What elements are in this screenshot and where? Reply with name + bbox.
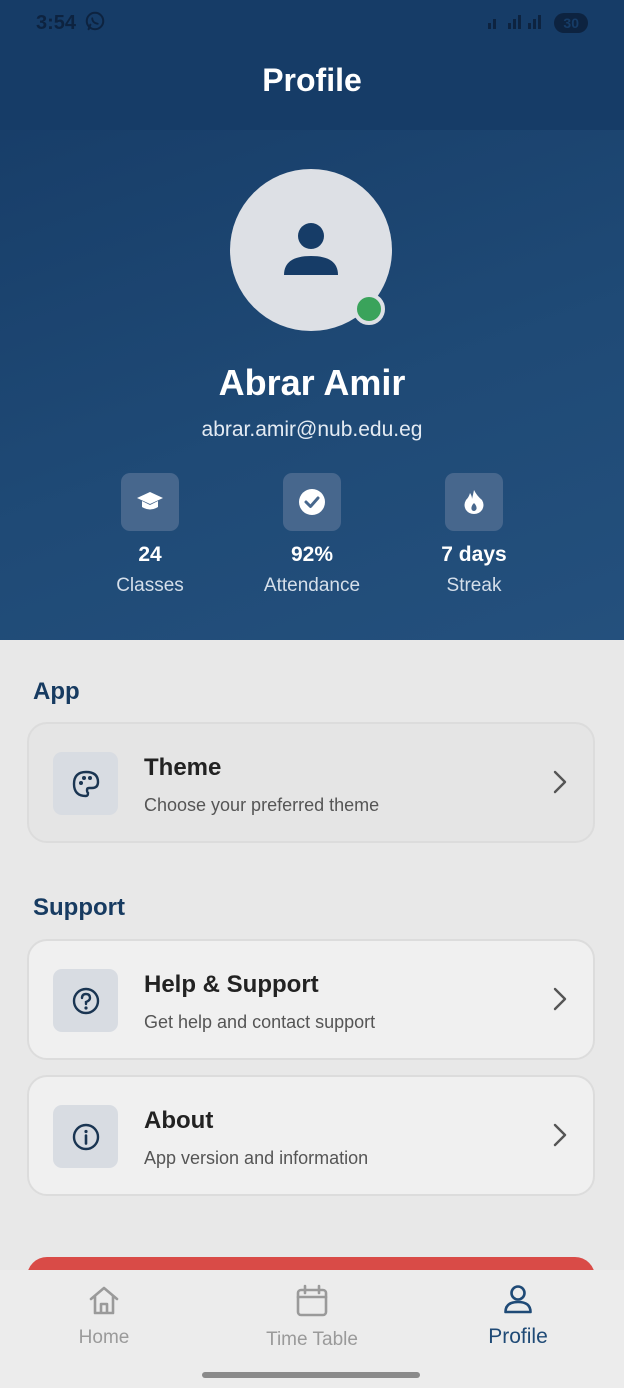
theme-setting-item[interactable]: Theme Choose your preferred theme [27,722,595,843]
chevron-right-icon [553,1123,567,1152]
card-subtitle: Get help and contact support [144,1012,376,1032]
info-icon [53,1105,118,1168]
nav-label: Home [78,1327,130,1348]
whatsapp-icon [84,10,106,37]
stat-value: 7 days [441,543,507,566]
signal-icon [486,13,546,34]
card-title: Theme [144,754,222,781]
status-time: 3:54 [36,11,77,34]
card-subtitle: Choose your preferred theme [144,795,380,815]
top-app-bar: 3:54 30 Profile [0,0,624,130]
stat-streak: 7 days Streak [393,473,555,597]
check-circle-icon [283,473,341,531]
nav-label: Time Table [266,1329,358,1350]
battery-indicator: 30 [554,13,588,33]
help-support-item[interactable]: Help & Support Get help and contact supp… [27,939,595,1060]
chevron-right-icon [553,987,567,1016]
status-left: 3:54 [36,10,106,37]
nav-timetable[interactable]: Time Table [208,1284,416,1351]
palette-icon [53,752,118,815]
graduation-cap-icon [121,473,179,531]
nav-label: Profile [488,1325,548,1348]
stat-label: Attendance [263,575,361,596]
nav-home[interactable]: Home [0,1284,208,1349]
help-circle-icon [53,969,118,1032]
nav-profile[interactable]: Profile [414,1284,622,1349]
about-item[interactable]: About App version and information [27,1075,595,1196]
status-bar: 3:54 30 [0,0,624,46]
stat-attendance: 92% Attendance [231,473,393,597]
stat-label: Classes [116,575,184,596]
section-title-app: App [33,678,80,705]
calendar-icon [295,1284,329,1323]
home-icon [87,1284,121,1321]
section-title-support: Support [33,894,125,921]
stat-value: 24 [138,543,162,566]
user-icon [503,1284,533,1319]
stat-label: Streak [446,575,502,596]
person-icon [281,218,341,283]
user-name: Abrar Amir [218,362,406,403]
card-title: About [144,1107,214,1134]
user-email: abrar.amir@nub.edu.eg [201,418,423,441]
card-title: Help & Support [144,971,319,998]
stat-classes: 24 Classes [69,473,231,597]
status-right: 30 [486,13,588,34]
card-subtitle: App version and information [144,1148,369,1168]
home-indicator[interactable] [202,1372,420,1378]
page-title: Profile [262,62,362,98]
chevron-right-icon [553,770,567,799]
flame-icon [445,473,503,531]
stat-value: 92% [290,543,334,566]
online-status-dot [353,293,385,325]
profile-header: Abrar Amir abrar.amir@nub.edu.eg 24 Clas… [0,130,624,640]
bottom-navigation: Home Time Table Profile [0,1270,624,1388]
stats-row: 24 Classes 92% Attendance 7 days Streak [69,473,555,597]
